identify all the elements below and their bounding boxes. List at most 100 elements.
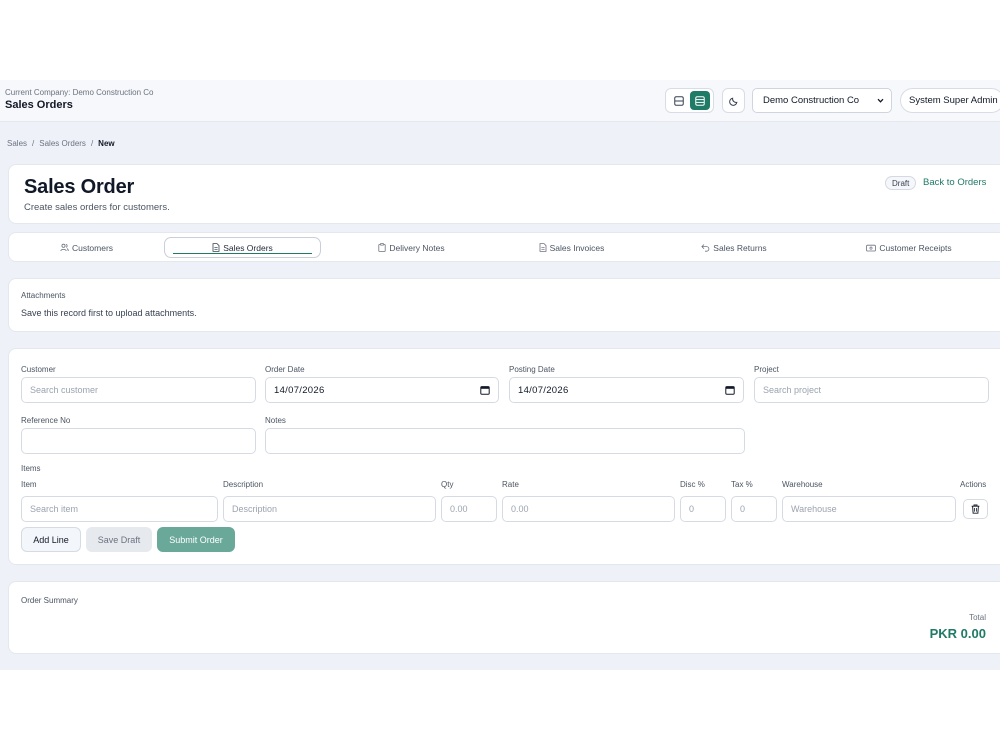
trash-icon bbox=[971, 504, 980, 514]
document-icon bbox=[539, 243, 546, 252]
project-search-input[interactable]: Search project bbox=[754, 377, 989, 403]
calendar-icon[interactable] bbox=[480, 385, 490, 395]
rate-input[interactable]: 0.00 bbox=[502, 496, 675, 522]
customer-search-input[interactable]: Search customer bbox=[21, 377, 256, 403]
form-subtitle: Create sales orders for customers. bbox=[24, 202, 170, 213]
items-section-label: Items bbox=[21, 464, 41, 473]
order-date-label: Order Date bbox=[265, 365, 305, 374]
posting-date-input[interactable]: 14/07/2026 bbox=[509, 377, 744, 403]
tab-delivery-notes[interactable]: Delivery Notes bbox=[329, 237, 494, 258]
breadcrumb: Sales / Sales Orders / New bbox=[7, 139, 115, 148]
posting-date-value: 14/07/2026 bbox=[518, 384, 569, 396]
description-placeholder: Description bbox=[232, 504, 278, 514]
page-title: Sales Orders bbox=[5, 99, 73, 111]
tab-sales-invoices[interactable]: Sales Invoices bbox=[494, 237, 649, 258]
order-date-input[interactable]: 14/07/2026 bbox=[265, 377, 499, 403]
tax-input[interactable]: 0 bbox=[731, 496, 777, 522]
delete-line-button[interactable] bbox=[963, 499, 988, 519]
tax-placeholder: 0 bbox=[740, 504, 746, 514]
warehouse-column-header: Warehouse bbox=[782, 480, 823, 489]
breadcrumb-separator: / bbox=[90, 139, 94, 148]
clipboard-icon bbox=[378, 243, 386, 252]
item-search-input[interactable]: Search item bbox=[21, 496, 218, 522]
disc-column-header: Disc % bbox=[680, 480, 705, 489]
form-title: Sales Order bbox=[24, 176, 135, 198]
order-form-card: Customer Search customer Order Date 14/0… bbox=[8, 348, 1000, 565]
top-header: Current Company: Demo Construction Co Sa… bbox=[0, 80, 1000, 122]
project-placeholder: Search project bbox=[763, 385, 822, 395]
breadcrumb-sales[interactable]: Sales bbox=[7, 139, 27, 148]
calendar-icon[interactable] bbox=[725, 385, 735, 395]
attachments-card: Attachments Save this record first to up… bbox=[8, 278, 1000, 332]
view-toggle bbox=[665, 88, 714, 113]
tab-label: Sales Invoices bbox=[549, 242, 605, 253]
current-company-caption: Current Company: Demo Construction Co bbox=[5, 88, 154, 97]
attachments-message: Save this record first to upload attachm… bbox=[21, 308, 197, 318]
disc-input[interactable]: 0 bbox=[680, 496, 726, 522]
reference-label: Reference No bbox=[21, 416, 71, 425]
total-label: Total bbox=[969, 613, 986, 622]
tab-customers[interactable]: Customers bbox=[9, 237, 164, 258]
description-column-header: Description bbox=[223, 480, 264, 489]
submit-order-button[interactable]: Submit Order bbox=[157, 527, 235, 552]
tab-label: Delivery Notes bbox=[389, 242, 445, 253]
tab-label: Customers bbox=[71, 242, 114, 253]
warehouse-input[interactable]: Warehouse bbox=[782, 496, 956, 522]
disc-placeholder: 0 bbox=[689, 504, 695, 514]
customer-label: Customer bbox=[21, 365, 56, 374]
save-draft-button[interactable]: Save Draft bbox=[86, 527, 152, 552]
list-layout-icon bbox=[695, 95, 705, 106]
split-layout-icon bbox=[674, 95, 684, 106]
breadcrumb-current: New bbox=[98, 139, 115, 148]
qty-column-header: Qty bbox=[441, 480, 454, 489]
breadcrumb-sales-orders[interactable]: Sales Orders bbox=[39, 139, 86, 148]
breadcrumb-separator: / bbox=[32, 139, 35, 148]
tax-column-header: Tax % bbox=[731, 480, 753, 489]
layout-split-button[interactable] bbox=[669, 91, 689, 110]
order-summary-card: Order Summary Total PKR 0.00 bbox=[8, 581, 1000, 654]
tab-label: Customer Receipts bbox=[879, 242, 952, 253]
order-date-value: 14/07/2026 bbox=[274, 384, 325, 396]
layout-list-button[interactable] bbox=[689, 91, 710, 110]
rate-placeholder: 0.00 bbox=[511, 504, 529, 514]
qty-placeholder: 0.00 bbox=[450, 504, 468, 514]
notes-input[interactable] bbox=[265, 428, 745, 454]
wallet-icon bbox=[866, 244, 877, 251]
module-tabs: Customers Sales Orders Delivery Notes Sa… bbox=[8, 232, 1000, 262]
reference-input[interactable] bbox=[21, 428, 256, 454]
posting-date-label: Posting Date bbox=[509, 365, 555, 374]
undo-icon bbox=[701, 244, 710, 252]
rate-column-header: Rate bbox=[502, 480, 519, 489]
actions-column-header: Actions bbox=[960, 480, 987, 489]
project-label: Project bbox=[754, 365, 779, 374]
tab-label: Sales Orders bbox=[223, 242, 273, 253]
warehouse-placeholder: Warehouse bbox=[791, 504, 837, 514]
app-shell: Current Company: Demo Construction Co Sa… bbox=[0, 80, 1000, 670]
company-select-value: Demo Construction Co bbox=[763, 95, 860, 106]
company-select[interactable]: Demo Construction Co bbox=[752, 88, 892, 113]
item-placeholder: Search item bbox=[30, 504, 79, 514]
tab-sales-returns[interactable]: Sales Returns bbox=[649, 237, 819, 258]
tab-sales-orders[interactable]: Sales Orders bbox=[164, 237, 321, 258]
item-column-header: Item bbox=[21, 480, 37, 489]
document-icon bbox=[212, 243, 220, 252]
tab-customer-receipts[interactable]: Customer Receipts bbox=[819, 237, 999, 258]
tab-label: Sales Returns bbox=[713, 242, 767, 253]
status-badge: Draft bbox=[885, 176, 917, 190]
title-card: Sales Order Create sales orders for cust… bbox=[8, 164, 1000, 224]
chevron-down-icon bbox=[877, 98, 884, 103]
user-menu-button[interactable]: System Super Admin bbox=[900, 88, 1000, 113]
customer-placeholder: Search customer bbox=[30, 385, 99, 395]
notes-label: Notes bbox=[265, 416, 286, 425]
total-value: PKR 0.00 bbox=[929, 626, 986, 641]
moon-icon bbox=[728, 97, 737, 106]
back-to-orders-link[interactable]: Back to Orders bbox=[923, 177, 986, 188]
add-line-button[interactable]: Add Line bbox=[21, 527, 81, 552]
order-summary-label: Order Summary bbox=[21, 596, 78, 605]
users-icon bbox=[60, 243, 69, 252]
qty-input[interactable]: 0.00 bbox=[441, 496, 497, 522]
description-input[interactable]: Description bbox=[223, 496, 436, 522]
attachments-label: Attachments bbox=[21, 291, 66, 300]
theme-toggle-button[interactable] bbox=[722, 88, 745, 113]
user-name: System Super Admin bbox=[909, 95, 998, 106]
